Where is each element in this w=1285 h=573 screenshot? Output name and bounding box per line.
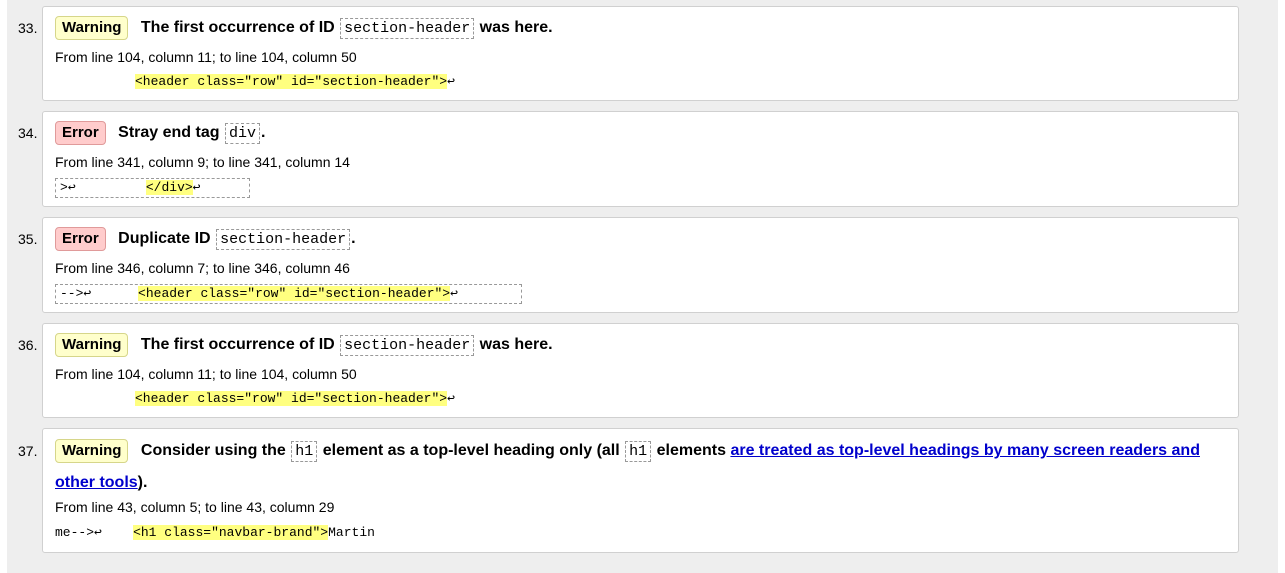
return-icon: ↩ [67, 180, 76, 195]
message-number: 33. [18, 20, 38, 36]
message-text: . [351, 230, 356, 247]
return-icon: ↩ [450, 286, 458, 301]
extract-highlight: <header class="row" id="section-header"> [135, 391, 448, 406]
error-badge: Error [55, 227, 106, 251]
message-item: Warning Consider using the h1 element as… [42, 428, 1239, 553]
warning-badge: Warning [55, 16, 129, 40]
error-badge: Error [55, 121, 106, 145]
message-text: The first occurrence of ID [140, 336, 335, 353]
return-icon: ↩ [94, 525, 102, 540]
code-identifier: h1 [625, 441, 652, 462]
message-title: Error Stray end tag div. [55, 121, 1218, 145]
location-text: From line 346, column 7; to line 346, co… [55, 260, 350, 276]
location-text: From line 104, column 11; to line 104, c… [55, 366, 357, 382]
message-text: ). [137, 474, 148, 491]
message-text: Stray end tag [118, 124, 220, 141]
code-extract: me-->↩ <h1 class="navbar-brand">Martin [55, 524, 375, 542]
validator-results-panel: 33. Warning The first occurrence of ID s… [7, 0, 1278, 573]
message-text: . [260, 124, 266, 141]
code-extract: <header class="row" id="section-header">… [135, 73, 455, 91]
message-text: element as a top-level heading only (all [322, 442, 620, 459]
warning-badge: Warning [55, 333, 129, 357]
message-title: Warning The first occurrence of ID secti… [55, 16, 1218, 40]
extract-highlight: <header class="row" id="section-header"> [135, 74, 448, 89]
extract-after: Martin [328, 525, 375, 540]
extract-highlight: <h1 class="navbar-brand"> [133, 525, 329, 540]
location-text: From line 104, column 11; to line 104, c… [55, 49, 357, 65]
message-text: elements [656, 442, 726, 459]
extract-before: --> [60, 286, 84, 301]
code-identifier: section-header [216, 229, 351, 250]
warning-badge: Warning [55, 439, 129, 463]
message-item: Error Stray end tag div. From line 341, … [42, 111, 1239, 207]
message-text: was here. [479, 336, 553, 353]
extract-highlight: </div> [145, 180, 193, 195]
code-identifier: h1 [291, 441, 318, 462]
location-text: From line 341, column 9; to line 341, co… [55, 154, 350, 170]
message-number: 37. [18, 443, 38, 459]
message-item: Warning The first occurrence of ID secti… [42, 6, 1239, 101]
code-identifier: div [224, 123, 260, 144]
message-text: The first occurrence of ID [140, 19, 335, 36]
extract-highlight: <header class="row" id="section-header"> [138, 286, 451, 301]
code-extract: <header class="row" id="section-header">… [135, 390, 455, 408]
message-text: Duplicate ID [118, 230, 211, 247]
message-text: was here. [479, 19, 553, 36]
message-title: Warning Consider using the h1 element as… [55, 435, 1218, 498]
extract-before: me--> [55, 525, 95, 540]
code-extract: >↩ </div>↩ [55, 178, 250, 198]
message-number: 36. [18, 337, 38, 353]
return-icon: ↩ [447, 74, 455, 89]
message-item: Warning The first occurrence of ID secti… [42, 323, 1239, 418]
code-identifier: section-header [340, 18, 475, 39]
message-title: Error Duplicate ID section-header. [55, 227, 1218, 251]
message-title: Warning The first occurrence of ID secti… [55, 333, 1218, 357]
message-number: 34. [18, 125, 38, 141]
code-identifier: section-header [340, 335, 475, 356]
return-icon: ↩ [447, 391, 455, 406]
return-icon: ↩ [83, 286, 92, 301]
code-extract: -->↩ <header class="row" id="section-hea… [55, 284, 522, 304]
message-number: 35. [18, 231, 38, 247]
return-icon: ↩ [192, 180, 201, 195]
location-text: From line 43, column 5; to line 43, colu… [55, 499, 335, 515]
extract-before: > [60, 180, 68, 195]
message-item: Error Duplicate ID section-header. From … [42, 217, 1239, 313]
message-text: Consider using the [140, 442, 286, 459]
